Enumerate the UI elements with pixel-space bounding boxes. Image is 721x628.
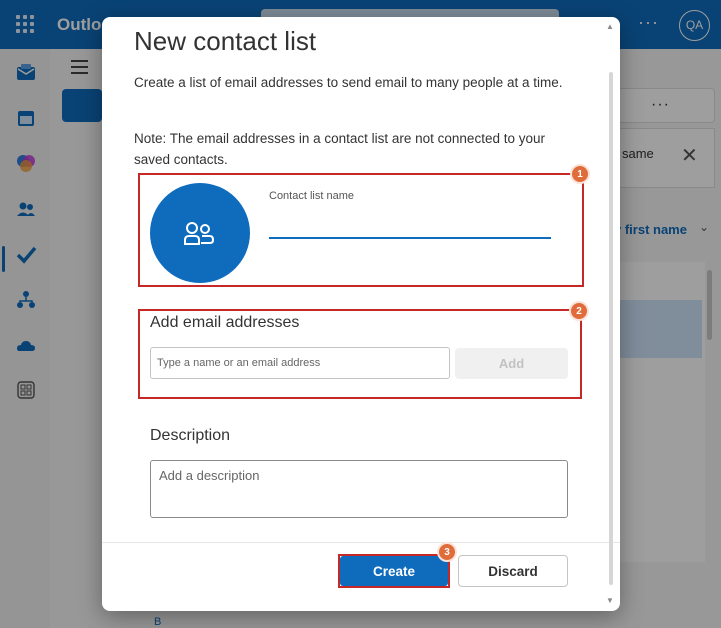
discard-button[interactable]: Discard: [458, 555, 568, 587]
dialog-note: Note: The email addresses in a contact l…: [134, 131, 545, 167]
dialog-title: New contact list: [134, 26, 317, 56]
dialog-scrollbar[interactable]: [609, 72, 613, 585]
footer-divider: [102, 542, 620, 543]
highlight-box-1: [138, 173, 584, 287]
highlight-box-2: [138, 309, 582, 399]
step-badge-2: 2: [569, 301, 589, 321]
scroll-up-icon[interactable]: ▲: [606, 22, 614, 31]
dialog-description: Create a list of email addresses to send…: [134, 75, 563, 90]
highlight-box-3: [338, 554, 450, 588]
description-title: Description: [150, 427, 231, 444]
step-badge-1: 1: [570, 164, 590, 184]
step-badge-3: 3: [437, 542, 457, 562]
scroll-down-icon[interactable]: ▼: [606, 596, 614, 605]
description-textarea[interactable]: [150, 460, 568, 518]
